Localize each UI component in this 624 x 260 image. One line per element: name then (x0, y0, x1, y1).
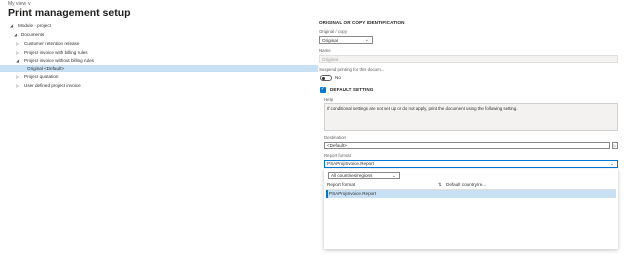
destination-lookup-button[interactable]: ▷ (612, 142, 618, 149)
report-format-label: Report format (324, 153, 351, 158)
default-setting-label: DEFAULT SETTING (330, 87, 374, 92)
tree-item-module-project[interactable]: ◢ Module - project (0, 22, 318, 29)
col-header-default-country[interactable]: Default country/re... (446, 182, 486, 188)
col-header-report-format[interactable]: Report format (327, 182, 355, 188)
tree-item-documents[interactable]: ◢ Documents (0, 31, 318, 38)
report-format-dropdown (324, 169, 618, 249)
orig-copy-label: Original / copy (319, 29, 348, 34)
tree-item-user-defined-invoice[interactable]: ▷ User defined project invoice (0, 82, 318, 89)
collapsed-caret-icon[interactable]: ▷ (16, 82, 19, 89)
tree-item-label: Project invoice without billing rules (24, 58, 94, 63)
country-filter-value: All countries/regions (331, 173, 373, 178)
collapsed-caret-icon[interactable]: ▷ (16, 73, 19, 80)
report-format-combobox[interactable]: PSAProjInvoice.Report ⌄ (324, 160, 618, 168)
chevron-down-icon: ⌄ (609, 161, 614, 167)
orig-copy-select[interactable]: Original ⌄ (319, 36, 373, 44)
name-label: Name (319, 48, 331, 53)
chevron-down-icon: ⌄ (391, 173, 396, 179)
destination-value: <Default> (327, 143, 347, 148)
toggle-knob (322, 77, 325, 80)
expanded-caret-icon[interactable]: ◢ (16, 57, 19, 64)
orig-copy-value: Original (322, 38, 338, 43)
grid-cell-report-format: PSAProjInvoice.Report (329, 191, 376, 196)
sort-icon[interactable]: ⇅ (438, 182, 442, 188)
tree-item-label: Original <Default> (27, 66, 65, 71)
tree-item-original-default[interactable]: Original <Default> (0, 65, 318, 72)
checkmark-icon: ✓ (320, 86, 326, 92)
suspend-label: Suspend printing for this docum... (319, 67, 385, 72)
tree-item-label: User defined project invoice (24, 83, 81, 88)
tree-item-project-invoice-with-billing[interactable]: ▷ Project invoice with billing rules (0, 49, 318, 56)
suspend-value: No (335, 75, 341, 80)
section-title: ORIGINAL OR COPY IDENTIFICATION (319, 20, 405, 25)
destination-label: Destination (324, 135, 346, 140)
expanded-caret-icon[interactable]: ◢ (10, 22, 13, 29)
tree-view: ◢ Module - project ◢ Documents ▷ Custome… (0, 0, 320, 100)
country-filter-select[interactable]: All countries/regions ⌄ (328, 172, 400, 179)
chevron-down-icon: ⌄ (364, 37, 369, 43)
name-field[interactable]: Original (319, 55, 618, 63)
collapsed-caret-icon[interactable]: ▷ (16, 40, 19, 47)
tree-item-label: Module - project (18, 23, 51, 28)
grid-header: Report format ⇅ Default country/re... (326, 182, 616, 190)
tree-item-label: Project invoice with billing rules (24, 50, 88, 55)
tree-item-project-invoice-without-billing[interactable]: ◢ Project invoice without billing rules (0, 57, 318, 64)
tree-item-label: Documents (21, 32, 45, 37)
tree-item-project-quotation[interactable]: ▷ Project quotation (0, 73, 318, 80)
collapsed-caret-icon[interactable]: ▷ (16, 49, 19, 56)
report-format-value: PSAProjInvoice.Report (327, 161, 374, 166)
name-value: Original (322, 57, 338, 62)
destination-field[interactable]: <Default> (324, 142, 610, 149)
help-text: If conditional settings are not set up o… (327, 106, 518, 111)
tree-item-label: Project quotation (24, 74, 59, 79)
grid-row[interactable]: PSAProjInvoice.Report (326, 190, 616, 198)
tree-item-customer-retention[interactable]: ▷ Customer retention release (0, 40, 318, 47)
tree-item-label: Customer retention release (24, 41, 80, 46)
expanded-caret-icon[interactable]: ◢ (14, 31, 17, 38)
